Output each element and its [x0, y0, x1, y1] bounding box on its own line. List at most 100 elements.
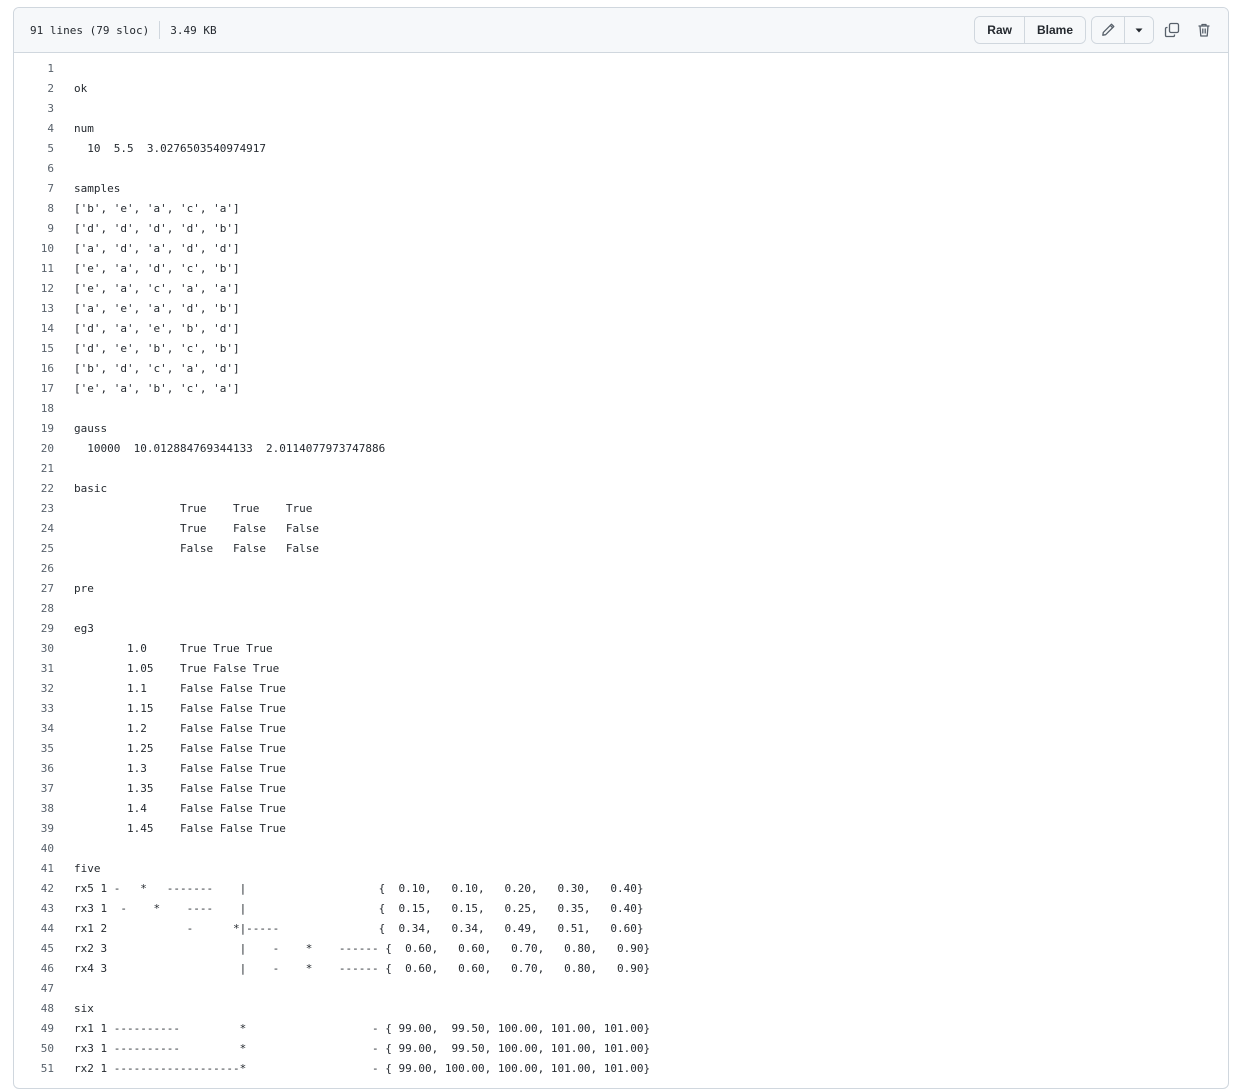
line-number[interactable]: 50: [14, 1039, 74, 1059]
line-number[interactable]: 2: [14, 79, 74, 99]
line-number[interactable]: 39: [14, 819, 74, 839]
line-number[interactable]: 27: [14, 579, 74, 599]
code-line: 39 1.45 False False True: [14, 819, 1228, 839]
line-content: ok: [74, 82, 88, 95]
code-line: 14 ['d', 'a', 'e', 'b', 'd']: [14, 319, 1228, 339]
line-number[interactable]: 19: [14, 419, 74, 439]
line-number[interactable]: 40: [14, 839, 74, 859]
line-number[interactable]: 16: [14, 359, 74, 379]
line-number[interactable]: 45: [14, 939, 74, 959]
line-content: ['e', 'a', 'c', 'a', 'a']: [74, 282, 240, 295]
code-line: 24 True False False: [14, 519, 1228, 539]
line-number[interactable]: 51: [14, 1059, 74, 1079]
line-number[interactable]: 25: [14, 539, 74, 559]
code-line: 25 False False False: [14, 539, 1228, 559]
line-content: rx4 3 | - * ------ { 0.60, 0.60, 0.70, 0…: [74, 962, 651, 975]
line-content: ['e', 'a', 'b', 'c', 'a']: [74, 382, 240, 395]
line-number[interactable]: 31: [14, 659, 74, 679]
line-number[interactable]: 24: [14, 519, 74, 539]
line-number[interactable]: 18: [14, 399, 74, 419]
line-number[interactable]: 44: [14, 919, 74, 939]
code-line: 48 six: [14, 999, 1228, 1019]
line-number[interactable]: 5: [14, 139, 74, 159]
edit-button[interactable]: [1092, 17, 1124, 43]
line-number[interactable]: 12: [14, 279, 74, 299]
code-line: 5 10 5.5 3.0276503540974917: [14, 139, 1228, 159]
line-content: True False False: [74, 522, 320, 535]
edit-options-dropdown[interactable]: [1124, 17, 1153, 43]
code-line: 30 1.0 True True True: [14, 639, 1228, 659]
line-number[interactable]: 11: [14, 259, 74, 279]
code-line: 47: [14, 979, 1228, 999]
line-number[interactable]: 13: [14, 299, 74, 319]
line-number[interactable]: 47: [14, 979, 74, 999]
file-actions: Raw Blame: [974, 16, 1218, 44]
line-content: True True True: [74, 502, 313, 515]
code-line: 17 ['e', 'a', 'b', 'c', 'a']: [14, 379, 1228, 399]
line-content: five: [74, 862, 101, 875]
line-number[interactable]: 23: [14, 499, 74, 519]
line-number[interactable]: 4: [14, 119, 74, 139]
blame-button[interactable]: Blame: [1023, 17, 1085, 43]
line-number[interactable]: 10: [14, 239, 74, 259]
line-number[interactable]: 33: [14, 699, 74, 719]
code-line: 12 ['e', 'a', 'c', 'a', 'a']: [14, 279, 1228, 299]
line-number[interactable]: 37: [14, 779, 74, 799]
line-number[interactable]: 38: [14, 799, 74, 819]
line-content: eg3: [74, 622, 94, 635]
line-content: 1.05 True False True: [74, 662, 280, 675]
line-number[interactable]: 43: [14, 899, 74, 919]
line-number[interactable]: 49: [14, 1019, 74, 1039]
code-line: 13 ['a', 'e', 'a', 'd', 'b']: [14, 299, 1228, 319]
line-number[interactable]: 32: [14, 679, 74, 699]
line-number[interactable]: 26: [14, 559, 74, 579]
line-content: num: [74, 122, 94, 135]
code-line: 20 10000 10.012884769344133 2.0114077973…: [14, 439, 1228, 459]
line-content: ['a', 'd', 'a', 'd', 'd']: [74, 242, 240, 255]
line-content: 1.25 False False True: [74, 742, 286, 755]
line-number[interactable]: 6: [14, 159, 74, 179]
line-number[interactable]: 34: [14, 719, 74, 739]
line-number[interactable]: 15: [14, 339, 74, 359]
code-line: 50 rx3 1 ---------- * - { 99.00, 99.50, 1…: [14, 1039, 1228, 1059]
delete-button[interactable]: [1190, 17, 1218, 43]
line-content: 1.45 False False True: [74, 822, 286, 835]
edit-button-group: [1091, 16, 1154, 44]
line-number[interactable]: 22: [14, 479, 74, 499]
line-number[interactable]: 1: [14, 59, 74, 79]
code-line: 26: [14, 559, 1228, 579]
code-line: 7 samples: [14, 179, 1228, 199]
line-number[interactable]: 14: [14, 319, 74, 339]
line-content: rx3 1 - * ---- | { 0.15, 0.15, 0.25, 0.3…: [74, 902, 644, 915]
line-number[interactable]: 21: [14, 459, 74, 479]
triangle-down-icon: [1135, 28, 1143, 33]
line-number[interactable]: 30: [14, 639, 74, 659]
line-number[interactable]: 42: [14, 879, 74, 899]
line-content: False False False: [74, 542, 320, 555]
line-number[interactable]: 35: [14, 739, 74, 759]
line-number[interactable]: 17: [14, 379, 74, 399]
code-line: 36 1.3 False False True: [14, 759, 1228, 779]
line-number[interactable]: 41: [14, 859, 74, 879]
copy-button[interactable]: [1158, 17, 1186, 43]
line-number[interactable]: 36: [14, 759, 74, 779]
code-line: 38 1.4 False False True: [14, 799, 1228, 819]
line-content: basic: [74, 482, 108, 495]
line-number[interactable]: 29: [14, 619, 74, 639]
line-number[interactable]: 48: [14, 999, 74, 1019]
line-number[interactable]: 9: [14, 219, 74, 239]
code-line: 8 ['b', 'e', 'a', 'c', 'a']: [14, 199, 1228, 219]
raw-button[interactable]: Raw: [975, 17, 1024, 43]
line-content: rx3 1 ---------- * - { 99.00, 99.50, 100…: [74, 1042, 651, 1055]
line-number[interactable]: 7: [14, 179, 74, 199]
line-number[interactable]: 46: [14, 959, 74, 979]
line-number[interactable]: 28: [14, 599, 74, 619]
view-button-group: Raw Blame: [974, 16, 1086, 44]
code-line: 37 1.35 False False True: [14, 779, 1228, 799]
line-number[interactable]: 8: [14, 199, 74, 219]
code-line: 22 basic: [14, 479, 1228, 499]
line-number[interactable]: 3: [14, 99, 74, 119]
file-viewer: 91 lines (79 sloc) 3.49 KB Raw Blame 1 2…: [13, 7, 1229, 1089]
line-number[interactable]: 20: [14, 439, 74, 459]
line-content: rx2 3 | - * ------ { 0.60, 0.60, 0.70, 0…: [74, 942, 651, 955]
